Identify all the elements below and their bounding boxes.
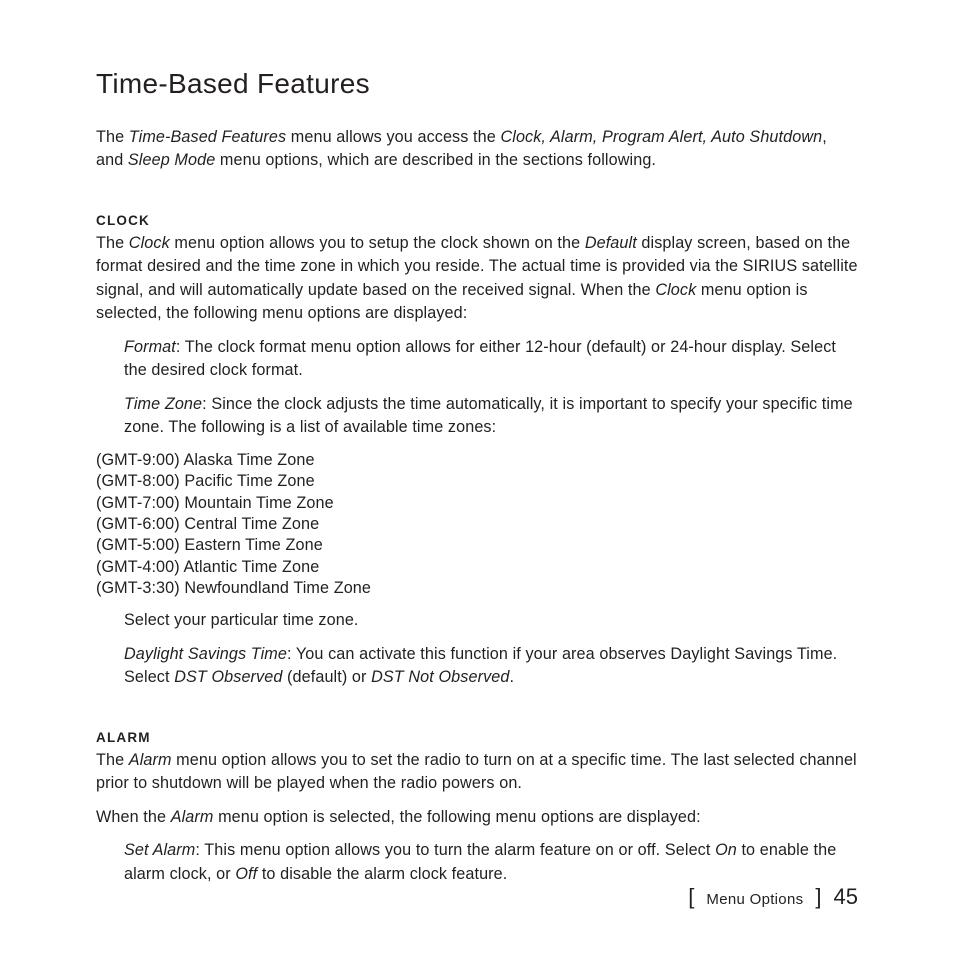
italic-text: Clock [129, 234, 170, 252]
italic-text: Default [585, 234, 637, 252]
italic-text: DST Observed [174, 668, 282, 686]
text: menu option is selected, the following m… [213, 808, 700, 826]
text: The [96, 751, 129, 769]
italic-text: On [715, 841, 737, 859]
italic-text: Alarm [171, 808, 214, 826]
italic-text: Time Zone [124, 395, 202, 413]
format-paragraph: Format: The clock format menu option all… [124, 336, 858, 383]
text: When the [96, 808, 171, 826]
italic-text: Format [124, 338, 176, 356]
italic-text: Alarm [129, 751, 172, 769]
document-page: Time-Based Features The Time-Based Featu… [0, 0, 954, 954]
timezone-paragraph: Time Zone: Since the clock adjusts the t… [124, 393, 858, 440]
italic-text: Time-Based Features [129, 128, 286, 146]
intro-paragraph: The Time-Based Features menu allows you … [96, 126, 858, 173]
dst-paragraph: Daylight Savings Time: You can activate … [124, 643, 858, 690]
page-number: 45 [834, 884, 858, 910]
list-item: (GMT-3:30) Newfoundland Time Zone [96, 578, 858, 599]
list-item: (GMT-9:00) Alaska Time Zone [96, 450, 858, 471]
list-item: (GMT-5:00) Eastern Time Zone [96, 535, 858, 556]
italic-text: Sleep Mode [128, 151, 215, 169]
list-item: (GMT-8:00) Pacific Time Zone [96, 471, 858, 492]
text: (default) or [282, 668, 371, 686]
list-item: (GMT-7:00) Mountain Time Zone [96, 493, 858, 514]
text: menu options, which are described in the… [215, 151, 656, 169]
set-alarm-paragraph: Set Alarm: This menu option allows you t… [124, 839, 858, 886]
italic-text: Set Alarm [124, 841, 195, 859]
italic-text: Clock, Alarm, Program Alert, Auto Shutdo… [500, 128, 822, 146]
alarm-paragraph-2: When the Alarm menu option is selected, … [96, 806, 858, 829]
text: : Since the clock adjusts the time autom… [124, 395, 853, 436]
bracket-right-icon: ] [815, 884, 821, 910]
clock-paragraph: The Clock menu option allows you to setu… [96, 232, 858, 326]
select-timezone-paragraph: Select your particular time zone. [124, 609, 858, 632]
text: to disable the alarm clock feature. [257, 865, 507, 883]
list-item: (GMT-6:00) Central Time Zone [96, 514, 858, 535]
clock-heading: CLOCK [96, 213, 858, 228]
footer-section-label: Menu Options [706, 891, 803, 908]
text: The [96, 234, 129, 252]
timezone-list: (GMT-9:00) Alaska Time Zone (GMT-8:00) P… [96, 450, 858, 600]
italic-text: DST Not Observed [371, 668, 509, 686]
list-item: (GMT-4:00) Atlantic Time Zone [96, 557, 858, 578]
page-footer: [ Menu Options ] 45 [688, 884, 858, 910]
text: menu allows you access the [286, 128, 500, 146]
text: : The clock format menu option allows fo… [124, 338, 836, 379]
page-title: Time-Based Features [96, 68, 858, 100]
italic-text: Off [235, 865, 257, 883]
alarm-heading: ALARM [96, 730, 858, 745]
bracket-left-icon: [ [688, 884, 694, 910]
italic-text: Daylight Savings Time [124, 645, 287, 663]
alarm-paragraph-1: The Alarm menu option allows you to set … [96, 749, 858, 796]
text: : This menu option allows you to turn th… [195, 841, 715, 859]
text: . [509, 668, 514, 686]
italic-text: Clock [655, 281, 696, 299]
text: menu option allows you to setup the cloc… [170, 234, 585, 252]
text: The [96, 128, 129, 146]
text: menu option allows you to set the radio … [96, 751, 857, 792]
